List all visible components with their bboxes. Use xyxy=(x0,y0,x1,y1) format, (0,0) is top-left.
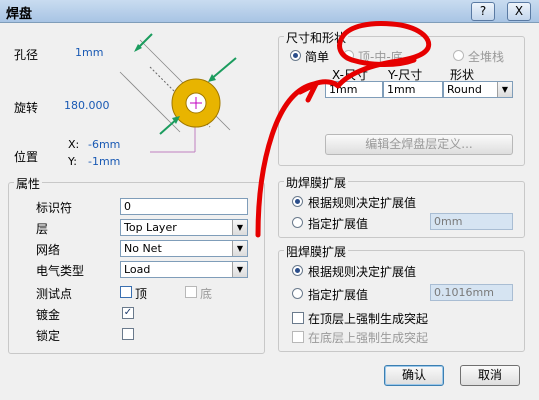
shape-select[interactable]: Round ▼ xyxy=(443,81,513,98)
testpoint-bottom-label: 底 xyxy=(200,287,213,301)
chevron-down-icon[interactable]: ▼ xyxy=(232,241,247,256)
testpoint-top-label: 顶 xyxy=(135,287,148,301)
electrical-type-value: Load xyxy=(124,263,151,276)
y-size-input[interactable]: 1mm xyxy=(383,81,443,98)
rotation-value: 180.000 xyxy=(64,99,110,112)
x-label: X: xyxy=(68,138,80,151)
size-shape-title: 尺寸和形状 xyxy=(284,29,349,46)
force-top-label: 在顶层上强制生成突起 xyxy=(308,312,429,326)
y-value: -1mm xyxy=(88,155,121,168)
net-select[interactable]: No Net ▼ xyxy=(120,240,248,257)
layer-select[interactable]: Top Layer ▼ xyxy=(120,219,248,236)
solder-specify-label: 指定扩展值 xyxy=(308,288,369,302)
edit-full-stack-button[interactable]: 编辑全焊盘层定义... xyxy=(325,134,513,155)
force-bottom-checkbox[interactable] xyxy=(292,331,304,343)
mode-simple-radio[interactable] xyxy=(290,50,301,61)
locked-checkbox[interactable] xyxy=(122,328,134,340)
chevron-down-icon[interactable]: ▼ xyxy=(232,262,247,277)
help-button[interactable]: ? xyxy=(471,2,495,21)
mode-full-stack-radio[interactable] xyxy=(453,50,464,61)
chevron-down-icon[interactable]: ▼ xyxy=(232,220,247,235)
solder-rule-radio[interactable] xyxy=(292,265,303,276)
testpoint-bottom-checkbox[interactable] xyxy=(185,286,197,298)
x-size-input[interactable]: 1mm xyxy=(325,81,383,98)
chevron-down-icon[interactable]: ▼ xyxy=(497,82,512,97)
force-top-checkbox[interactable] xyxy=(292,312,304,324)
solder-mask-title: 阻焊膜扩展 xyxy=(284,243,349,260)
position-label: 位置 xyxy=(14,150,39,164)
paste-specify-radio[interactable] xyxy=(292,217,303,228)
rotation-label: 旋转 xyxy=(14,101,39,115)
mode-simple-label: 简单 xyxy=(305,50,330,64)
force-bottom-label: 在底层上强制生成突起 xyxy=(308,331,429,345)
mode-top-mid-bottom-label: 顶-中-底 xyxy=(358,50,403,64)
solder-specify-radio[interactable] xyxy=(292,288,303,299)
locked-label: 锁定 xyxy=(36,329,61,343)
paste-specify-label: 指定扩展值 xyxy=(308,217,369,231)
plated-checkbox[interactable]: ✓ xyxy=(122,307,134,319)
designator-label: 标识符 xyxy=(36,201,73,215)
shape-select-value: Round xyxy=(447,83,482,96)
paste-mask-title: 助焊膜扩展 xyxy=(284,174,349,191)
layer-select-value: Top Layer xyxy=(124,221,177,234)
ok-button[interactable]: 确认 xyxy=(384,365,444,386)
mode-full-stack-label: 全堆栈 xyxy=(468,50,505,64)
pad-graphic-area: 孔径 1mm 旋转 180.000 位置 X: -6mm Y: -1mm xyxy=(0,22,275,172)
pad-diagram xyxy=(119,33,237,153)
close-button[interactable]: X xyxy=(507,2,531,21)
plated-label: 镀金 xyxy=(36,308,61,322)
electrical-type-select[interactable]: Load ▼ xyxy=(120,261,248,278)
window-title: 焊盘 xyxy=(6,7,33,22)
x-value: -6mm xyxy=(88,138,121,151)
designator-input[interactable]: 0 xyxy=(120,198,248,215)
arrow-right xyxy=(209,57,237,81)
electrical-type-label: 电气类型 xyxy=(36,264,85,278)
title-bar: 焊盘 ? X xyxy=(0,0,539,23)
layer-label: 层 xyxy=(36,222,49,236)
solder-expansion-input[interactable]: 0.1016mm xyxy=(430,284,513,301)
testpoint-label: 测试点 xyxy=(36,287,73,301)
paste-rule-radio[interactable] xyxy=(292,196,303,207)
paste-expansion-input[interactable]: 0mm xyxy=(430,213,513,230)
mode-top-mid-bottom-radio[interactable] xyxy=(343,50,354,61)
cancel-button[interactable]: 取消 xyxy=(460,365,520,386)
hole-size-value: 1mm xyxy=(75,46,104,59)
net-label: 网络 xyxy=(36,243,61,257)
net-select-value: No Net xyxy=(124,242,162,255)
y-label: Y: xyxy=(68,155,77,168)
hole-size-label: 孔径 xyxy=(14,48,39,62)
testpoint-top-checkbox[interactable] xyxy=(120,286,132,298)
solder-rule-label: 根据规则决定扩展值 xyxy=(308,265,417,279)
properties-title: 属性 xyxy=(14,175,43,192)
paste-rule-label: 根据规则决定扩展值 xyxy=(308,196,417,210)
